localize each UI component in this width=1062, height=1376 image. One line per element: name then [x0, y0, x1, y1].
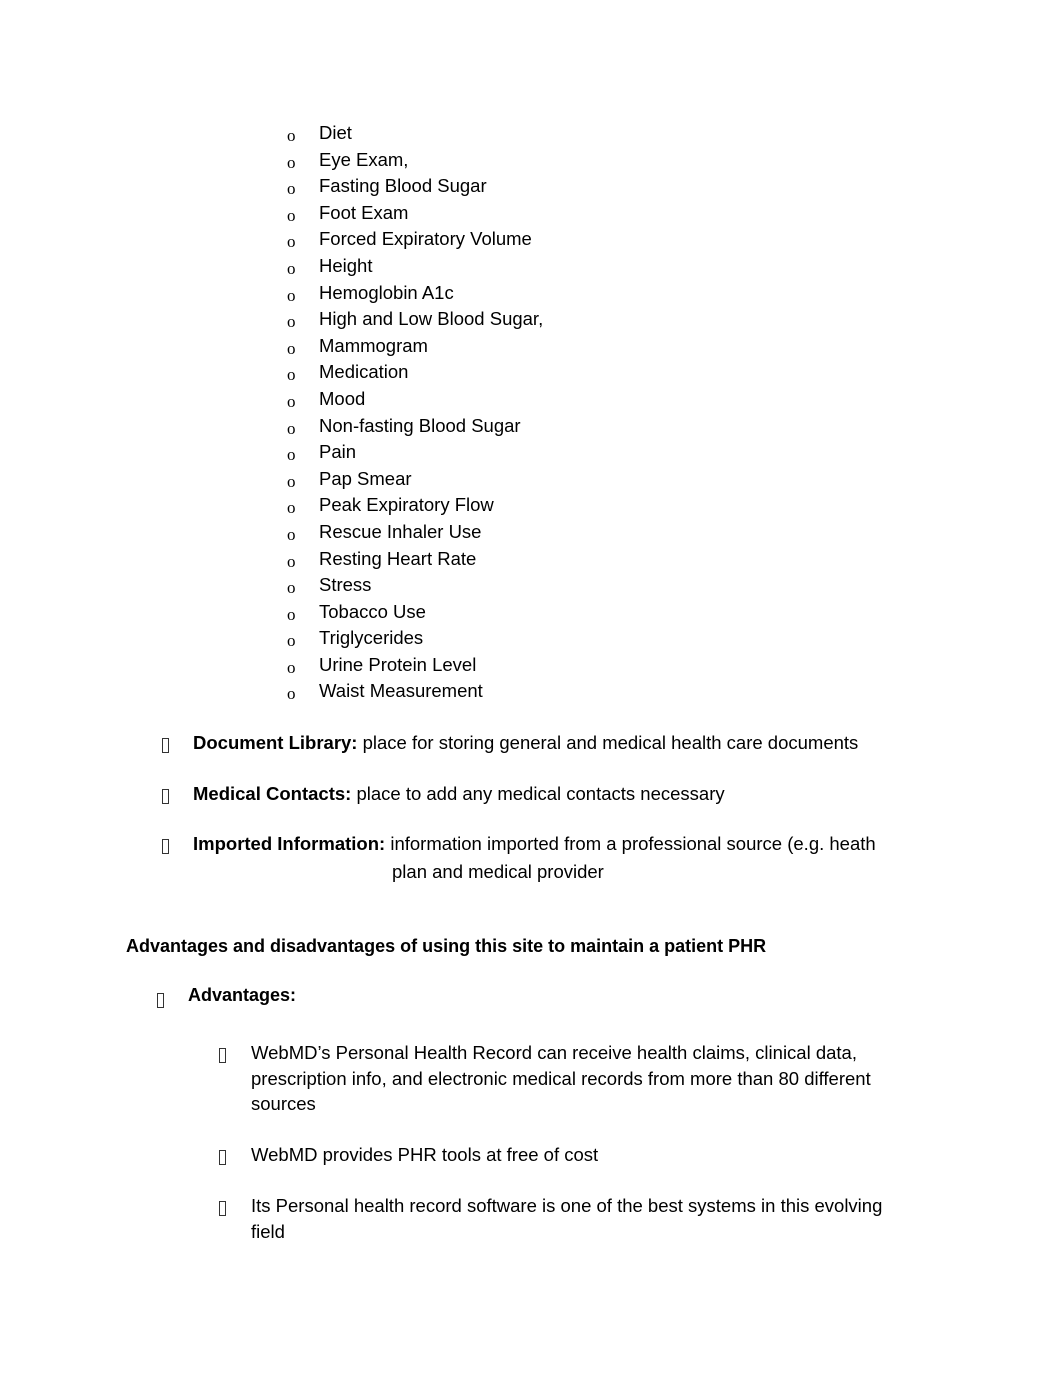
- circle-bullet-icon: o: [287, 258, 296, 278]
- list-item-text: Non-fasting Blood Sugar: [319, 414, 521, 436]
- circle-bullet-icon: o: [287, 418, 296, 438]
- circle-bullet-icon: o: [287, 126, 296, 145]
- circle-bullet-icon: o: [287, 684, 296, 704]
- feature-label: Medical Contacts:: [193, 783, 352, 804]
- circle-bullet-icon: o: [287, 205, 296, 225]
- advantage-text: Its Personal health record software is o…: [251, 1195, 883, 1242]
- bullet-icon: [219, 1048, 226, 1063]
- list-item-text: High and Low Blood Sugar,: [319, 308, 544, 330]
- list-item-text: Foot Exam: [319, 201, 409, 223]
- list-item-text: Tobacco Use: [319, 600, 426, 622]
- circle-bullet-icon: o: [287, 365, 296, 385]
- list-item-text: Resting Heart Rate: [319, 547, 477, 569]
- circle-bullet-icon: o: [287, 551, 296, 571]
- circle-bullet-icon: o: [287, 338, 296, 358]
- circle-bullet-icon: o: [287, 604, 296, 624]
- circle-bullet-icon: o: [287, 152, 296, 172]
- feature-description: place to add any medical contacts necess…: [351, 783, 725, 804]
- circle-bullet-icon: o: [287, 312, 296, 332]
- list-item-text: Eye Exam,: [319, 148, 409, 170]
- feature-description: place for storing general and medical he…: [357, 732, 859, 753]
- circle-bullet-icon: o: [287, 657, 296, 677]
- circle-bullet-icon: o: [287, 578, 296, 598]
- list-item-text: Diet: [319, 122, 352, 143]
- document-page: o Diet o Eye Exam, o Fasting Blood Sugar o Foot…: [0, 0, 1062, 1376]
- list-item-text: Pap Smear: [319, 467, 412, 489]
- list-item-text: Mammogram: [319, 334, 428, 356]
- list-item-text: Fasting Blood Sugar: [319, 175, 487, 197]
- advantage-text: WebMD’s Personal Health Record can recei…: [251, 1042, 871, 1115]
- list-item-text: Urine Protein Level: [319, 653, 477, 675]
- circle-bullet-icon: o: [287, 232, 296, 252]
- list-item-text: Height: [319, 254, 373, 276]
- list-item-text: Rescue Inhaler Use: [319, 520, 482, 542]
- circle-bullet-icon: o: [287, 179, 296, 199]
- advantages-label: Advantages:: [188, 985, 297, 1005]
- list-item-text: Peak Expiratory Flow: [319, 494, 494, 516]
- feature-label: Imported Information:: [193, 833, 386, 854]
- list-item-text: Pain: [319, 441, 357, 463]
- list-item-text: Hemoglobin A1c: [319, 281, 454, 303]
- list-item-text: Medication: [319, 361, 409, 383]
- feature-description-continuation: plan and medical provider: [392, 861, 604, 882]
- feature-label: Document Library:: [193, 732, 358, 753]
- list-item-text: Forced Expiratory Volume: [319, 228, 532, 250]
- list-item-text: Triglycerides: [319, 627, 424, 649]
- bullet-icon: [219, 1201, 226, 1216]
- feature-description: information imported from a professional…: [385, 833, 876, 854]
- circle-bullet-icon: o: [287, 631, 296, 651]
- circle-bullet-icon: o: [287, 445, 296, 465]
- list-item-text: Stress: [319, 574, 372, 596]
- advantage-text: WebMD provides PHR tools at free of cost: [251, 1144, 599, 1165]
- circle-bullet-icon: o: [287, 524, 296, 544]
- bullet-icon: [162, 738, 169, 753]
- circle-bullet-icon: o: [287, 471, 296, 491]
- list-item-text: Waist Measurement: [319, 680, 483, 702]
- bullet-icon: [162, 789, 169, 804]
- bullet-icon: [157, 993, 164, 1008]
- list-item-text: Mood: [319, 387, 366, 409]
- circle-bullet-icon: o: [287, 391, 296, 411]
- bullet-icon: [219, 1150, 226, 1165]
- bullet-icon: [162, 839, 169, 854]
- section-heading: Advantages and disadvantages of using th…: [126, 936, 767, 956]
- circle-bullet-icon: o: [287, 285, 296, 305]
- circle-bullet-icon: o: [287, 498, 296, 518]
